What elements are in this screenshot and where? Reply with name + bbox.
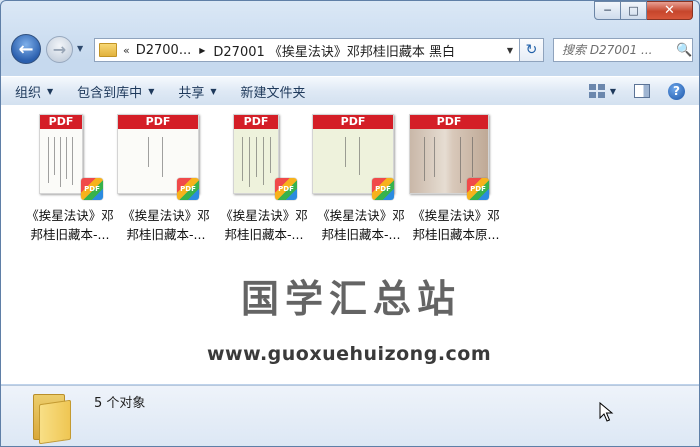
command-bar-right: ▼ ?	[588, 77, 699, 105]
include-in-library-label: 包含到库中	[77, 85, 143, 101]
file-name-line2: 邦桂旧藏本-...	[30, 227, 110, 242]
refresh-icon: ↻	[525, 42, 538, 58]
back-button[interactable]: ←	[11, 34, 41, 64]
folder-icon	[29, 390, 71, 445]
file-name-line1: 《挨星法诀》邓	[412, 208, 500, 223]
breadcrumb-segment-current[interactable]: D27001 《挨星法诀》邓邦桂旧藏本 黑白	[213, 41, 455, 60]
file-name-line1: 《挨星法诀》邓	[26, 208, 114, 223]
maximize-button[interactable]: □	[621, 1, 647, 20]
file-name[interactable]: 《挨星法诀》邓 邦桂旧藏本-...	[312, 206, 410, 244]
file-name-line2: 邦桂旧藏本原...	[412, 227, 500, 242]
share-label: 共享	[178, 85, 205, 101]
file-list[interactable]: PDF PDF 《挨星法诀》邓 邦桂旧藏本-... PDF PDF 《挨星法诀》…	[1, 105, 699, 384]
watermark: 国学汇总站 www.guoxuehuizong.com	[207, 277, 491, 365]
change-view-icon[interactable]	[588, 84, 605, 98]
help-icon[interactable]: ?	[668, 82, 685, 100]
refresh-button[interactable]: ↻	[520, 38, 544, 62]
watermark-url: www.guoxuehuizong.com	[207, 343, 492, 365]
file-item[interactable]: PDF PDF 《挨星法诀》邓 邦桂旧藏本原...	[407, 112, 505, 242]
pdf-thumbnail-label: PDF	[40, 115, 82, 129]
view-options-dropdown[interactable]: ▼	[610, 87, 616, 96]
file-item[interactable]: PDF PDF 《挨星法诀》邓 邦桂旧藏本-...	[312, 112, 410, 242]
file-name[interactable]: 《挨星法诀》邓 邦桂旧藏本-...	[117, 206, 215, 244]
folder-icon	[99, 43, 117, 57]
command-bar: 组织 ▼ 包含到库中 ▼ 共享 ▼ 新建文件夹 ▼ ?	[1, 76, 699, 106]
file-name-line2: 邦桂旧藏本-...	[126, 227, 206, 242]
address-dropdown-icon[interactable]: ▼	[507, 46, 513, 55]
file-name-line2: 邦桂旧藏本-...	[321, 227, 401, 242]
search-icon[interactable]: 🔍	[676, 43, 692, 58]
recent-pages-dropdown[interactable]: ▼	[77, 44, 83, 53]
pdf-thumbnail-label: PDF	[313, 115, 393, 129]
back-arrow-icon: ←	[18, 38, 34, 60]
details-pane: 5 个对象	[1, 385, 699, 446]
share-menu[interactable]: 共享 ▼	[178, 82, 216, 101]
new-folder-button[interactable]: 新建文件夹	[241, 82, 306, 101]
item-count: 5 个对象	[94, 396, 146, 411]
chevron-down-icon: ▼	[210, 86, 217, 96]
breadcrumb-segment-parent[interactable]: D2700...	[136, 43, 192, 58]
breadcrumb-arrow-icon[interactable]: ▶	[199, 46, 205, 55]
organize-menu[interactable]: 组织 ▼	[15, 82, 53, 101]
forward-arrow-icon: →	[52, 40, 67, 59]
navigation-bar: ← → ▼ « D2700... ▶ D27001 《挨星法诀》邓邦桂旧藏本 黑…	[1, 31, 699, 69]
mouse-cursor-icon	[599, 401, 614, 422]
search-input[interactable]	[560, 42, 676, 58]
file-name[interactable]: 《挨星法诀》邓 邦桂旧藏本-...	[21, 206, 119, 244]
preview-pane-icon[interactable]	[634, 84, 650, 98]
pdf-thumbnail-label: PDF	[118, 115, 198, 129]
chevron-down-icon: ▼	[47, 86, 54, 96]
address-bar[interactable]: « D2700... ▶ D27001 《挨星法诀》邓邦桂旧藏本 黑白 ▼	[94, 38, 520, 62]
organize-label: 组织	[15, 85, 42, 101]
pdf-thumbnail: PDF	[233, 114, 279, 194]
watermark-title: 国学汇总站	[240, 277, 461, 321]
file-item[interactable]: PDF PDF 《挨星法诀》邓 邦桂旧藏本-...	[117, 112, 215, 242]
file-name-line1: 《挨星法诀》邓	[220, 208, 308, 223]
pdf-app-icon: PDF	[81, 178, 103, 200]
file-item[interactable]: PDF PDF 《挨星法诀》邓 邦桂旧藏本-...	[21, 112, 119, 242]
chevron-down-icon: ▼	[148, 86, 155, 96]
file-name-line1: 《挨星法诀》邓	[122, 208, 210, 223]
address-overflow-chevron[interactable]: «	[123, 44, 130, 57]
file-item[interactable]: PDF PDF 《挨星法诀》邓 邦桂旧藏本-...	[215, 112, 313, 242]
include-in-library-menu[interactable]: 包含到库中 ▼	[77, 82, 154, 101]
close-button[interactable]: ✕	[647, 1, 693, 20]
pdf-thumbnail: PDF	[39, 114, 83, 194]
file-name[interactable]: 《挨星法诀》邓 邦桂旧藏本-...	[215, 206, 313, 244]
pdf-thumbnail-label: PDF	[234, 115, 278, 129]
pdf-app-icon: PDF	[372, 178, 394, 200]
file-name[interactable]: 《挨星法诀》邓 邦桂旧藏本原...	[407, 206, 505, 244]
new-folder-label: 新建文件夹	[240, 85, 306, 101]
minimize-button[interactable]: ─	[594, 1, 621, 20]
file-name-line2: 邦桂旧藏本-...	[224, 227, 304, 242]
forward-button[interactable]: →	[46, 36, 73, 63]
caption-buttons: ─ □ ✕	[594, 1, 693, 20]
pdf-app-icon: PDF	[467, 178, 489, 200]
search-box[interactable]: 🔍	[553, 38, 693, 62]
explorer-window: ─ □ ✕ ← → ▼ « D2700... ▶ D27001 《挨星法诀》邓邦…	[0, 0, 700, 447]
pdf-app-icon: PDF	[177, 178, 199, 200]
file-name-line1: 《挨星法诀》邓	[317, 208, 405, 223]
pdf-thumbnail-label: PDF	[410, 115, 488, 129]
pdf-app-icon: PDF	[275, 178, 297, 200]
